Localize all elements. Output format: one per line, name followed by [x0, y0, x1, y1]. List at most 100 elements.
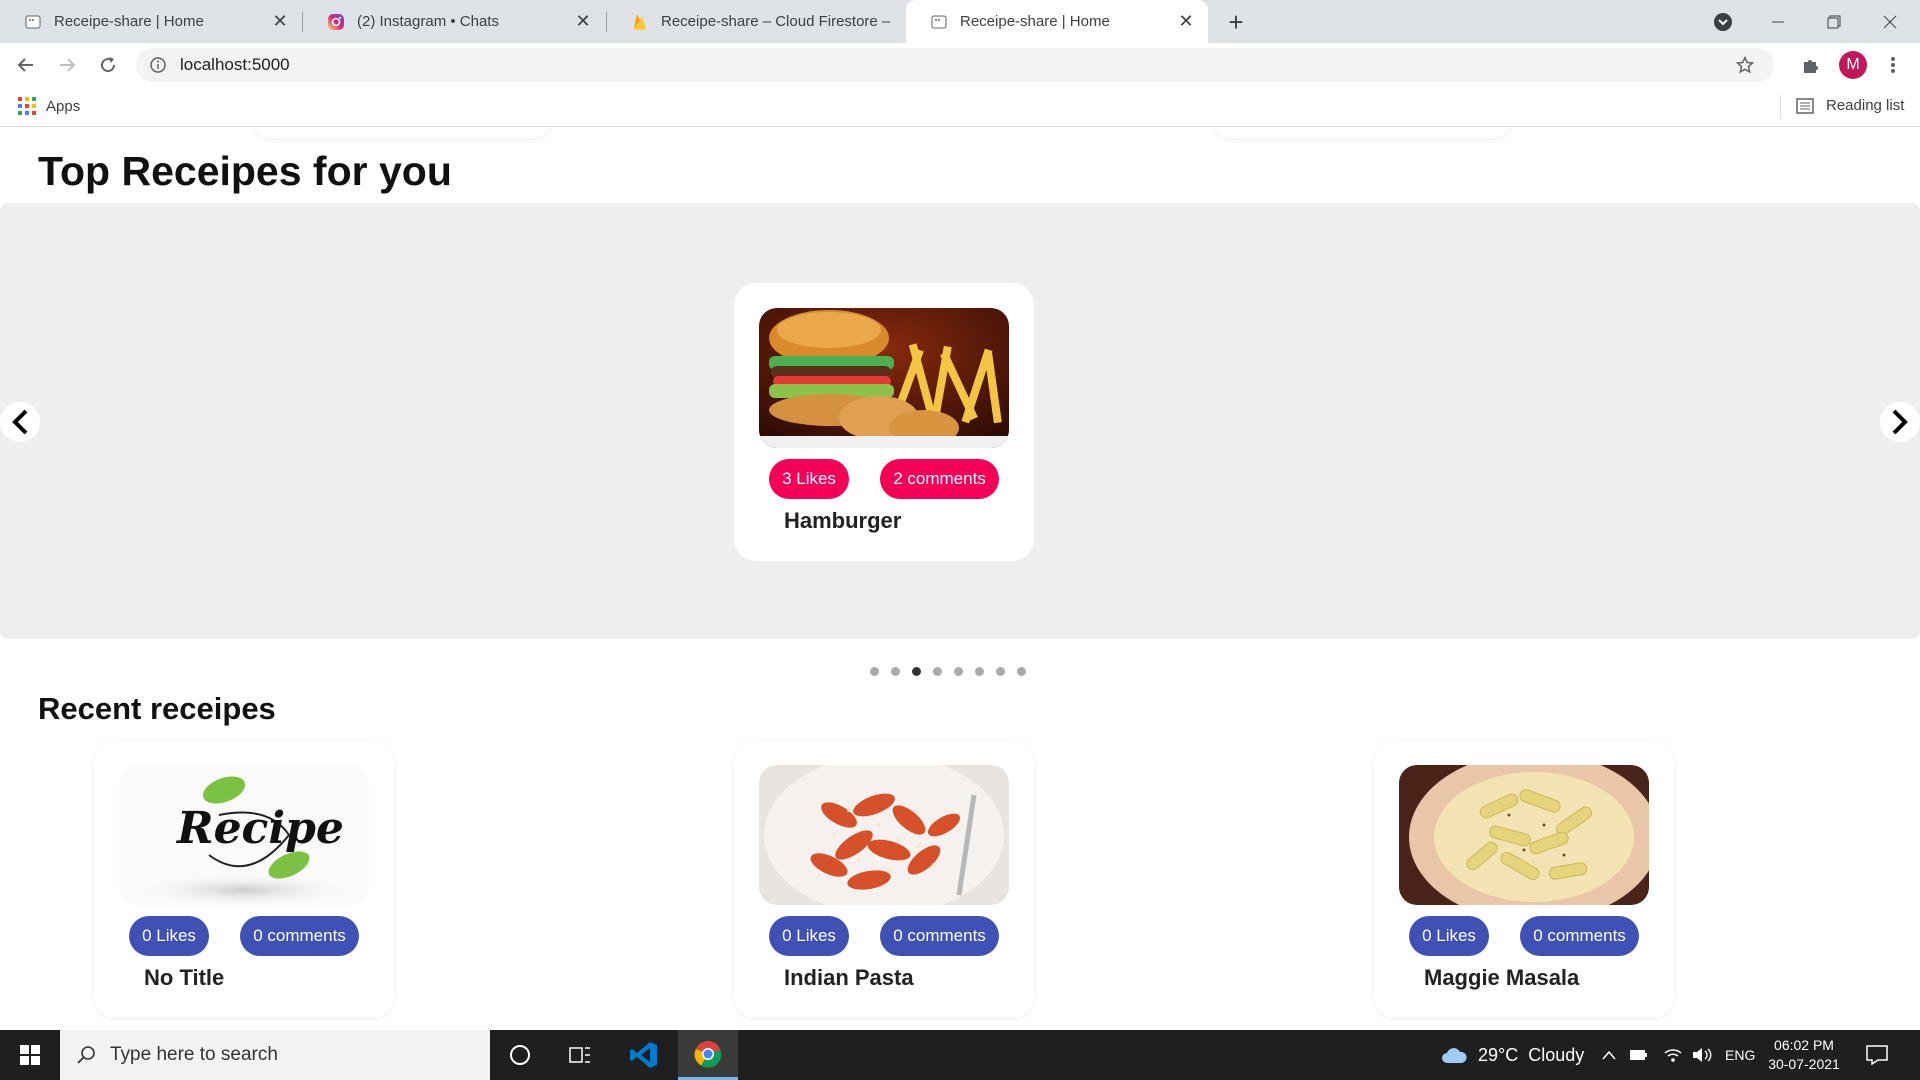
- carousel-dot[interactable]: [933, 666, 942, 676]
- avatar: M: [1839, 51, 1867, 79]
- restore-button[interactable]: [1806, 0, 1862, 43]
- minimize-icon: [1772, 21, 1784, 22]
- weather-widget[interactable]: 29°C Cloudy: [1440, 1030, 1584, 1080]
- tab-firestore[interactable]: Receipe-share – Cloud Firestore –: [607, 0, 909, 43]
- cloud-icon: [1442, 1048, 1467, 1063]
- likes-button[interactable]: 0 Likes: [1409, 916, 1489, 956]
- reload-button[interactable]: [92, 49, 124, 81]
- featured-recipe-card[interactable]: 3 Likes 2 comments Hamburger: [734, 283, 1034, 561]
- reading-list-label: Reading list: [1826, 97, 1905, 114]
- carousel-dot-active[interactable]: [912, 666, 921, 676]
- comments-button[interactable]: 0 comments: [880, 916, 999, 956]
- tab-search-button[interactable]: [1695, 0, 1751, 43]
- carousel-dot[interactable]: [954, 666, 963, 676]
- back-button[interactable]: [10, 49, 42, 81]
- reload-icon: [101, 57, 116, 73]
- task-view-button[interactable]: [552, 1030, 608, 1080]
- battery-icon[interactable]: [1630, 1030, 1648, 1080]
- show-hidden-icons[interactable]: [1602, 1030, 1616, 1080]
- page-title: Top Receipes for you: [38, 148, 452, 194]
- menu-button[interactable]: [1877, 49, 1909, 81]
- forward-button[interactable]: [51, 49, 83, 81]
- recent-section-title: Recent receipes: [38, 691, 276, 726]
- tab-instagram[interactable]: (2) Instagram • Chats ✕: [303, 0, 605, 43]
- tab-title: Receipe-share | Home: [960, 13, 1110, 30]
- clock-date: 30-07-2021: [1768, 1056, 1840, 1072]
- likes-button[interactable]: 0 Likes: [769, 916, 849, 956]
- close-tab-icon[interactable]: ✕: [573, 11, 593, 32]
- carousel-dot[interactable]: [975, 666, 984, 676]
- close-tab-icon[interactable]: ✕: [1176, 11, 1196, 32]
- search-icon: [77, 1046, 95, 1064]
- info-icon[interactable]: [150, 57, 166, 73]
- weather-text: 29°C Cloudy: [1478, 1044, 1585, 1065]
- windows-taskbar: Type here to search 29°C Cloudy ENG 06:0…: [0, 1030, 1920, 1080]
- carousel-dot[interactable]: [996, 666, 1005, 676]
- close-icon: [1883, 15, 1897, 28]
- close-window-button[interactable]: [1862, 0, 1918, 43]
- bookmarks-bar: Apps Reading list: [0, 87, 1920, 127]
- recent-recipe-card[interactable]: 0 Likes 0 comments Indian Pasta: [734, 740, 1034, 1018]
- indian-pasta-photo: [759, 765, 1009, 905]
- instagram-favicon-icon: [327, 13, 345, 31]
- notifications-button[interactable]: [1866, 1030, 1888, 1080]
- likes-button[interactable]: 3 Likes: [769, 459, 849, 499]
- minimize-button[interactable]: [1750, 0, 1806, 43]
- chrome-icon: [694, 1040, 722, 1068]
- card-partial: [1213, 128, 1513, 138]
- profile-button[interactable]: M: [1837, 49, 1869, 81]
- bookmark-star-icon[interactable]: [1735, 55, 1755, 79]
- apps-label: Apps: [46, 97, 81, 115]
- comments-button[interactable]: 2 comments: [880, 459, 999, 499]
- tab-title: (2) Instagram • Chats: [357, 13, 499, 30]
- address-bar[interactable]: localhost:5000: [136, 48, 1774, 82]
- recipe-logo-text: Recipe: [177, 803, 344, 854]
- browser-toolbar: localhost:5000 M: [0, 43, 1920, 87]
- restore-icon: [1827, 15, 1841, 28]
- recipe-name: No Title: [144, 965, 225, 990]
- comments-button[interactable]: 0 comments: [1520, 916, 1639, 956]
- start-button[interactable]: [2, 1030, 58, 1080]
- recent-recipe-card[interactable]: 0 Likes 0 comments Maggie Masala: [1374, 740, 1674, 1018]
- clock-time: 06:02 PM: [1774, 1037, 1834, 1053]
- chevron-right-icon: [1892, 409, 1908, 435]
- notification-icon: [1866, 1045, 1888, 1065]
- carousel-prev-button[interactable]: [0, 402, 40, 442]
- url-text[interactable]: localhost:5000: [180, 55, 290, 75]
- clock[interactable]: 06:02 PM 30-07-2021: [1768, 1030, 1840, 1080]
- recent-recipe-card[interactable]: Recipe 0 Likes 0 comments No Title: [94, 740, 394, 1018]
- page-content: Top Receipes for you 3 Likes 2 comments …: [0, 128, 1920, 1030]
- tab-receipe-share-1[interactable]: Receipe-share | Home ✕: [0, 0, 302, 43]
- carousel-dot[interactable]: [870, 666, 879, 676]
- browser-tab-strip: Receipe-share | Home ✕ (2) Instagram • C…: [0, 0, 1920, 43]
- apps-bookmark[interactable]: Apps: [18, 97, 80, 115]
- back-arrow-icon: [17, 58, 33, 72]
- apps-grid-icon: [18, 97, 36, 115]
- chevron-down-circle-icon: [1714, 12, 1732, 31]
- carousel-next-button[interactable]: [1880, 402, 1920, 442]
- recipe-logo-image: Recipe: [119, 765, 369, 905]
- tab-title: Receipe-share | Home: [54, 13, 204, 30]
- carousel-dot[interactable]: [891, 666, 900, 676]
- volume-icon[interactable]: [1692, 1030, 1712, 1080]
- chevron-up-icon: [1602, 1050, 1616, 1060]
- wifi-icon[interactable]: [1664, 1030, 1682, 1080]
- maggie-masala-photo: [1399, 765, 1649, 905]
- carousel-dot[interactable]: [1017, 666, 1026, 676]
- tab-title: Receipe-share – Cloud Firestore –: [661, 13, 891, 30]
- comments-button[interactable]: 0 comments: [240, 916, 359, 956]
- likes-button[interactable]: 0 Likes: [129, 916, 209, 956]
- new-tab-button[interactable]: +: [1220, 6, 1252, 38]
- taskbar-search-box[interactable]: Type here to search: [60, 1030, 490, 1080]
- close-tab-icon[interactable]: ✕: [270, 11, 290, 32]
- recipe-name: Indian Pasta: [784, 965, 914, 990]
- chrome-taskbar-button[interactable]: [678, 1030, 738, 1080]
- puzzle-icon: [1804, 60, 1818, 73]
- extensions-button[interactable]: [1795, 49, 1827, 81]
- cortana-button[interactable]: [492, 1030, 548, 1080]
- language-indicator[interactable]: ENG: [1725, 1030, 1755, 1080]
- card-partial: [253, 128, 553, 138]
- vscode-taskbar-button[interactable]: [616, 1030, 672, 1080]
- tab-receipe-share-active[interactable]: Receipe-share | Home ✕: [906, 0, 1208, 43]
- reading-list-button[interactable]: Reading list: [1796, 97, 1904, 114]
